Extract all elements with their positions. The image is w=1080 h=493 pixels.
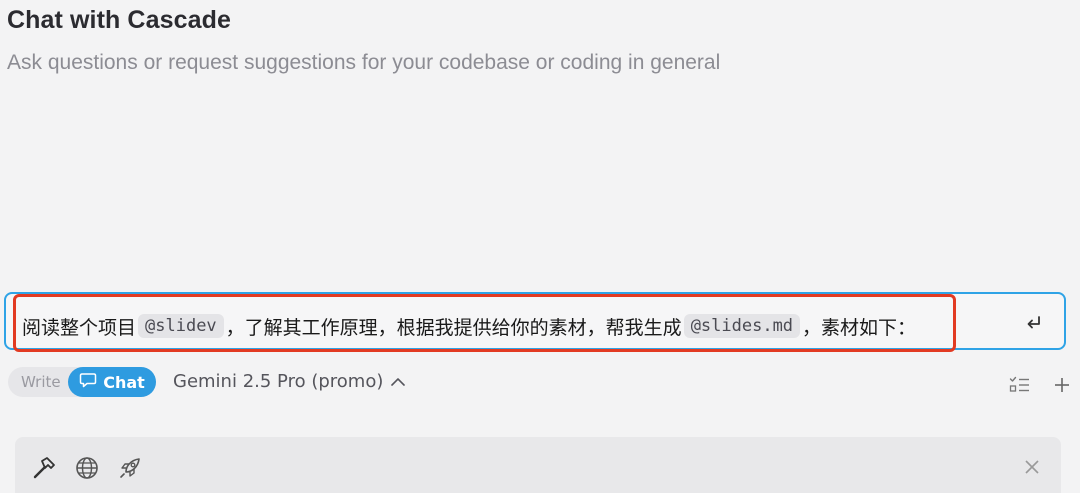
mention-chip-slides-md[interactable]: @slides.md bbox=[683, 314, 801, 338]
input-toolbar-right bbox=[1006, 371, 1076, 399]
tools-bar bbox=[30, 454, 144, 482]
model-label: Gemini 2.5 Pro (promo) bbox=[173, 371, 384, 392]
prompt-text-segment: ，了解其工作原理，根据我提供给你的素材，帮我生成 bbox=[225, 316, 682, 339]
page-subtitle: Ask questions or request suggestions for… bbox=[7, 51, 721, 74]
chat-mode-label: Chat bbox=[103, 372, 145, 392]
chat-bubble-icon bbox=[79, 372, 97, 392]
chat-input-text[interactable]: 阅读整个项目 @slidev ，了解其工作原理，根据我提供给你的素材，帮我生成 … bbox=[22, 310, 916, 342]
return-icon[interactable] bbox=[1022, 311, 1046, 335]
mode-toggle: Write Chat bbox=[8, 367, 156, 397]
close-icon[interactable] bbox=[1020, 455, 1044, 479]
hammer-icon[interactable] bbox=[30, 454, 58, 482]
page-title: Chat with Cascade bbox=[7, 6, 231, 34]
prompt-text-segment: ，素材如下： bbox=[802, 316, 917, 339]
checklist-icon[interactable] bbox=[1006, 371, 1034, 399]
chat-mode-button[interactable]: Chat bbox=[68, 367, 156, 397]
prompt-text-segment: 阅读整个项目 bbox=[22, 316, 137, 339]
tools-panel bbox=[15, 437, 1061, 493]
write-mode-button[interactable]: Write bbox=[21, 373, 61, 391]
globe-icon[interactable] bbox=[73, 454, 101, 482]
rocket-icon[interactable] bbox=[116, 454, 144, 482]
chevron-up-icon bbox=[390, 371, 406, 392]
model-selector[interactable]: Gemini 2.5 Pro (promo) bbox=[173, 371, 406, 392]
plus-icon[interactable] bbox=[1048, 371, 1076, 399]
mention-chip-slidev[interactable]: @slidev bbox=[138, 314, 224, 338]
